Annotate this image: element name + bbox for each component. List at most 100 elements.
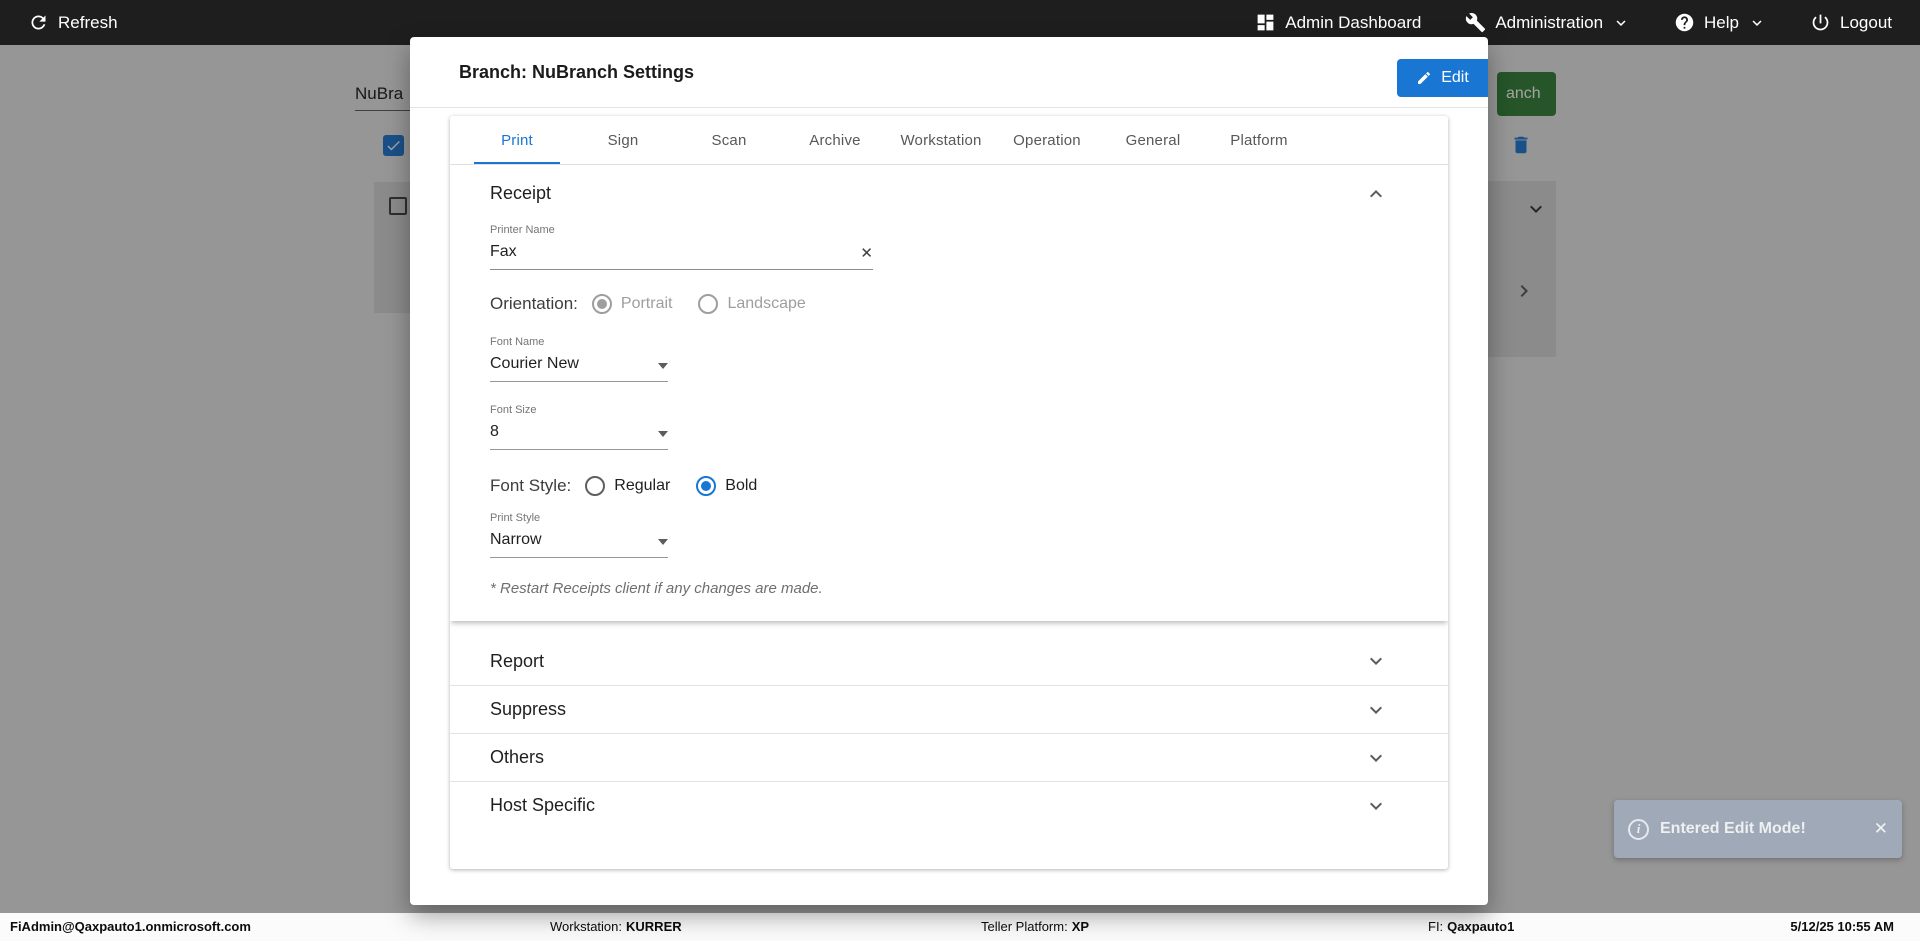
print-style-select[interactable]: Narrow bbox=[490, 531, 668, 558]
font-name-select[interactable]: Courier New bbox=[490, 355, 668, 382]
logout-label: Logout bbox=[1840, 12, 1892, 32]
fi-label: FI: bbox=[1428, 919, 1444, 934]
tab-scan[interactable]: Scan bbox=[676, 116, 782, 164]
font-name-label: Font Name bbox=[490, 336, 545, 348]
chevron-down-icon bbox=[1612, 14, 1630, 32]
branch-settings-dialog: Branch: NuBranch Settings Edit Print Sig… bbox=[410, 37, 1488, 905]
settings-tab-bar: Print Sign Scan Archive Workstation Oper… bbox=[450, 116, 1448, 165]
orientation-label: Orientation: bbox=[490, 294, 578, 313]
font-style-regular-option[interactable]: Regular bbox=[585, 476, 670, 496]
dialog-title: Branch: NuBranch Settings bbox=[459, 61, 695, 82]
font-name-value: Courier New bbox=[490, 355, 579, 372]
edit-button[interactable]: Edit bbox=[1397, 59, 1488, 97]
tab-print[interactable]: Print bbox=[464, 116, 570, 164]
portrait-label: Portrait bbox=[620, 295, 673, 312]
settings-card: Print Sign Scan Archive Workstation Oper… bbox=[450, 116, 1448, 869]
printer-name-input[interactable]: Fax ✕ bbox=[490, 243, 873, 270]
workstation-value: KURRER bbox=[626, 919, 682, 934]
admin-dashboard-button[interactable]: Admin Dashboard bbox=[1255, 12, 1421, 33]
help-label: Help bbox=[1704, 12, 1739, 32]
report-section-title: Report bbox=[490, 650, 545, 671]
info-icon: i bbox=[1628, 818, 1649, 840]
font-style-label: Font Style: bbox=[490, 476, 572, 495]
toast-notification: i Entered Edit Mode! ✕ bbox=[1614, 800, 1902, 858]
tab-operation[interactable]: Operation bbox=[994, 116, 1100, 164]
dropdown-arrow-icon bbox=[658, 363, 668, 369]
others-section-title: Others bbox=[490, 747, 545, 767]
printer-name-label: Printer Name bbox=[490, 224, 555, 236]
dropdown-arrow-icon bbox=[658, 539, 668, 545]
accordion-others[interactable]: Others bbox=[450, 733, 1448, 781]
radio-selected-icon bbox=[696, 476, 717, 496]
workstation-label: Workstation: bbox=[550, 919, 623, 934]
workstation-status: Workstation: KURRER bbox=[550, 919, 682, 934]
status-bar: FiAdmin@Qaxpauto1.onmicrosoft.com Workst… bbox=[0, 913, 1920, 941]
accordion-receipt: Receipt Printer Name Fax ✕ Orientation: bbox=[450, 165, 1448, 621]
chevron-down-icon bbox=[1364, 746, 1388, 770]
toast-message: Entered Edit Mode! bbox=[1660, 820, 1806, 837]
refresh-button[interactable]: Refresh bbox=[28, 12, 118, 33]
radio-unselected-icon bbox=[698, 294, 719, 314]
font-size-group: Font Size 8 bbox=[490, 404, 668, 450]
admin-dashboard-label: Admin Dashboard bbox=[1285, 12, 1422, 32]
administration-menu[interactable]: Administration bbox=[1465, 12, 1630, 33]
suppress-section-title: Suppress bbox=[490, 699, 567, 719]
help-menu[interactable]: Help bbox=[1674, 12, 1766, 33]
radio-unselected-icon bbox=[585, 476, 606, 496]
font-size-value: 8 bbox=[490, 423, 499, 440]
restart-note: * Restart Receipts client if any changes… bbox=[490, 580, 823, 597]
edit-button-label: Edit bbox=[1441, 69, 1469, 86]
font-style-bold-option[interactable]: Bold bbox=[696, 476, 757, 496]
chevron-down-icon bbox=[1364, 794, 1388, 818]
print-style-label: Print Style bbox=[490, 512, 541, 524]
print-style-group: Print Style Narrow bbox=[490, 512, 668, 558]
tab-platform[interactable]: Platform bbox=[1206, 116, 1312, 164]
tab-general[interactable]: General bbox=[1100, 116, 1206, 164]
fi-value: Qaxpauto1 bbox=[1447, 919, 1515, 934]
teller-platform-label: Teller Platform: bbox=[981, 919, 1068, 934]
dashboard-grid-icon bbox=[1255, 12, 1276, 33]
dialog-header: Branch: NuBranch Settings Edit bbox=[410, 37, 1488, 108]
accordion-receipt-header[interactable]: Receipt bbox=[450, 165, 1448, 222]
refresh-icon bbox=[28, 12, 49, 33]
printer-name-group: Printer Name Fax ✕ bbox=[490, 224, 1408, 270]
power-icon bbox=[1810, 12, 1831, 33]
refresh-label: Refresh bbox=[58, 12, 118, 32]
host-specific-section-title: Host Specific bbox=[490, 795, 596, 815]
tab-archive[interactable]: Archive bbox=[782, 116, 888, 164]
datetime: 5/12/25 10:55 AM bbox=[1790, 919, 1894, 934]
receipt-section-body: Printer Name Fax ✕ Orientation: Portrait… bbox=[450, 222, 1448, 621]
administration-label: Administration bbox=[1495, 12, 1604, 32]
orientation-landscape-option[interactable]: Landscape bbox=[698, 294, 806, 314]
font-name-group: Font Name Courier New bbox=[490, 336, 668, 382]
printer-name-value: Fax bbox=[490, 243, 517, 260]
font-size-select[interactable]: 8 bbox=[490, 423, 668, 450]
wrench-icon bbox=[1465, 12, 1486, 33]
accordion-host-specific[interactable]: Host Specific bbox=[450, 781, 1448, 829]
toast-close-icon[interactable]: ✕ bbox=[1874, 819, 1888, 839]
receipt-section-title: Receipt bbox=[490, 183, 552, 203]
help-icon bbox=[1674, 12, 1695, 33]
orientation-portrait-option[interactable]: Portrait bbox=[591, 294, 673, 314]
print-style-value: Narrow bbox=[490, 531, 542, 548]
chevron-down-icon bbox=[1364, 698, 1388, 722]
orientation-group: Orientation: Portrait Landscape bbox=[490, 294, 1408, 314]
chevron-down-icon bbox=[1364, 649, 1388, 673]
tab-sign[interactable]: Sign bbox=[570, 116, 676, 164]
tab-workstation[interactable]: Workstation bbox=[888, 116, 994, 164]
radio-selected-icon bbox=[591, 294, 612, 314]
fi-status: FI: Qaxpauto1 bbox=[1428, 919, 1514, 934]
chevron-up-icon bbox=[1364, 182, 1388, 206]
teller-platform-status: Teller Platform: XP bbox=[981, 919, 1089, 934]
pencil-icon bbox=[1418, 71, 1431, 84]
accordion-report[interactable]: Report bbox=[450, 637, 1448, 685]
font-style-group: Font Style: Regular Bold bbox=[490, 476, 1408, 496]
font-size-label: Font Size bbox=[490, 404, 537, 416]
chevron-down-icon bbox=[1748, 14, 1766, 32]
accordion-suppress[interactable]: Suppress bbox=[450, 685, 1448, 733]
logout-button[interactable]: Logout bbox=[1810, 12, 1892, 33]
teller-platform-value: XP bbox=[1071, 919, 1090, 934]
clear-icon[interactable]: ✕ bbox=[860, 246, 873, 261]
dropdown-arrow-icon bbox=[658, 431, 668, 437]
regular-label: Regular bbox=[614, 477, 671, 494]
